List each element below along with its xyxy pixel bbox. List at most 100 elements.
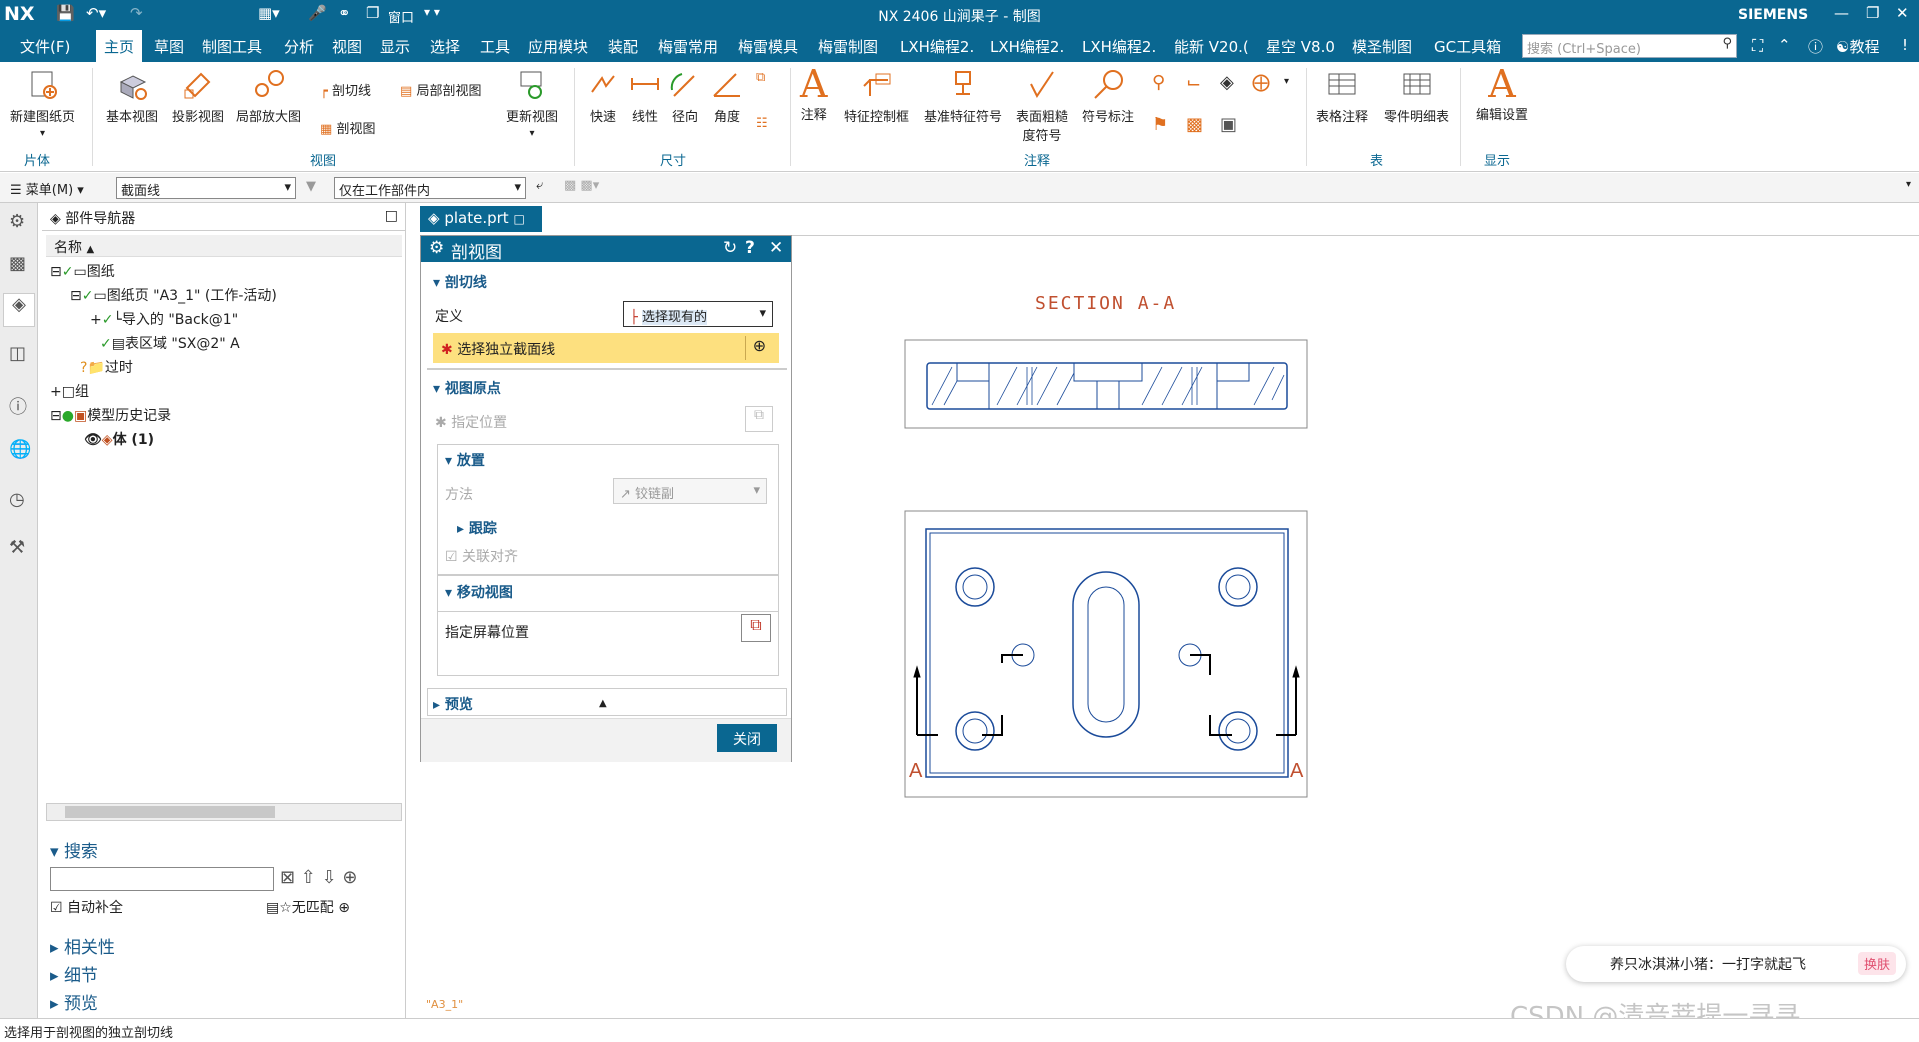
menu-select[interactable]: 选择 (430, 36, 460, 57)
tree-sheet[interactable]: ⊟✓▭图纸页 "A3_1" (工作-活动) (70, 285, 277, 305)
preview-section-toggle[interactable]: ▸ 预览 (433, 694, 473, 714)
drawing-canvas[interactable]: A A SECTION A-A (792, 235, 1919, 1018)
datum-button[interactable]: 基准特征符号 (924, 68, 1002, 125)
new-sheet-button[interactable]: 新建图纸页 ▾ (10, 68, 75, 140)
fill-icon[interactable]: ◈ (1220, 72, 1234, 93)
dim-more-icon[interactable]: ⧉ (756, 70, 765, 85)
fullscreen-icon[interactable]: ⛶ (1752, 36, 1763, 56)
menu-button[interactable]: ☰ 菜单(M) ▾ (10, 179, 84, 198)
break-section-button[interactable]: ▤ 局部剖视图 (400, 80, 481, 99)
menu-mosheng[interactable]: 模圣制图 (1352, 36, 1412, 57)
close-button[interactable]: 关闭 (717, 724, 777, 752)
reuse-library-icon[interactable]: ◫ (9, 343, 26, 364)
method-select[interactable]: ↗ 铰链副 ▾ (613, 478, 767, 504)
menu-meilei-drafting[interactable]: 梅雷制图 (818, 36, 878, 57)
menu-analysis[interactable]: 分析 (284, 36, 314, 57)
assembly-nav-icon[interactable]: ▩ (9, 253, 26, 274)
search-section[interactable]: ▾ 搜索 (50, 837, 98, 862)
table-note-button[interactable]: 表格注释 (1316, 68, 1368, 125)
tree-obsolete[interactable]: ?📁过时 (80, 357, 133, 377)
tree-drawing[interactable]: ⊟✓▭图纸 (50, 261, 115, 281)
balloon-button[interactable]: 符号标注 (1082, 68, 1134, 125)
cutline-section-toggle[interactable]: ▾ 剖切线 (433, 272, 487, 292)
command-search-input[interactable]: 搜索 (Ctrl+Space) ⚲ (1522, 34, 1737, 58)
info-icon[interactable]: ⓘ (9, 393, 27, 419)
menu-drafting-tools[interactable]: 制图工具 (202, 36, 262, 57)
origin-section-toggle[interactable]: ▾ 视图原点 (433, 378, 501, 398)
centerline-icon[interactable]: ⨁ (1252, 72, 1270, 93)
restore-icon[interactable]: ❐ (1866, 4, 1879, 22)
tools-icon[interactable]: ⚒ (9, 537, 25, 558)
radial-dim-button[interactable]: 径向 (668, 68, 702, 125)
menu-sketch[interactable]: 草图 (154, 36, 184, 57)
chevron-down-icon[interactable]: ▾ (1284, 76, 1289, 87)
section-view-button[interactable]: ▦ 剖视图 (320, 118, 375, 137)
image-icon[interactable]: ▣ (1220, 114, 1237, 135)
menu-lxh-3[interactable]: LXH编程2. (1082, 36, 1156, 57)
linear-dim-button[interactable]: 线性 (628, 68, 662, 125)
auto-complete-checkbox[interactable]: ☑ 自动补全 (50, 897, 123, 917)
no-match-filter[interactable]: ▤☆无匹配 ⊕ (266, 897, 350, 917)
move-view-section-toggle[interactable]: ▾ 移动视图 (445, 582, 513, 602)
define-select[interactable]: ├ 选择现有的 ▾ (623, 301, 773, 327)
hatch-icon[interactable]: ▩ (1186, 114, 1203, 135)
menu-assembly[interactable]: 装配 (608, 36, 638, 57)
gear-icon[interactable]: ⚙ (429, 238, 444, 258)
select-cutline-row[interactable]: ✱ 选择独立截面线 ⊕ (433, 333, 779, 363)
specify-location[interactable]: ✱ 指定位置 (435, 412, 507, 432)
menu-nengxin[interactable]: 能新 V20.( (1174, 36, 1249, 57)
weld-icon[interactable]: ⌙ (1186, 72, 1201, 93)
assoc-align-checkbox[interactable]: ☑ 关联对齐 (445, 546, 518, 566)
detail-view-button[interactable]: 局部放大图 (236, 68, 301, 125)
details-section[interactable]: ▸ 细节 (50, 961, 98, 986)
clear-icon[interactable]: ⊠ ⇧ ⇩ ⊕ (280, 867, 358, 888)
track-section-toggle[interactable]: ▸ 跟踪 (457, 518, 497, 538)
navigator-search-input[interactable] (50, 867, 274, 891)
help-icon[interactable]: ? (745, 238, 755, 258)
angle-dim-button[interactable]: 角度 (710, 68, 744, 125)
tree-body[interactable]: 👁◈体 (1) (84, 429, 154, 449)
preview-section[interactable]: ▸ 预览 (50, 989, 98, 1014)
tree-group[interactable]: +□组 (50, 381, 89, 401)
minimize-icon[interactable]: — (1834, 4, 1849, 22)
snap-icon[interactable]: ⤶ (536, 178, 543, 193)
web-browser-icon[interactable]: 🌐 (9, 439, 31, 460)
menu-home[interactable]: 主页 (96, 30, 143, 62)
update-view-button[interactable]: 更新视图 ▾ (506, 68, 558, 140)
tree-table-region[interactable]: ✓▤表区域 "SX@2" A (100, 333, 240, 353)
scope-select[interactable]: 仅在工作部件内 ▾ (334, 177, 526, 199)
menu-application[interactable]: 应用模块 (528, 36, 588, 57)
scrollbar-thumb[interactable] (65, 806, 275, 818)
selection-icon[interactable]: ▩ ▩▾ (564, 178, 599, 193)
collapse-ribbon-icon[interactable]: ⌃ (1778, 36, 1791, 54)
menu-lxh-2[interactable]: LXH编程2. (990, 36, 1064, 57)
skin-button[interactable]: 换肤 (1857, 952, 1896, 975)
history-icon[interactable]: ◷ (9, 489, 25, 510)
surface-finish-button[interactable]: 表面粗糙 度符号 (1016, 68, 1068, 144)
maximize-icon[interactable]: □ (385, 208, 398, 224)
reset-icon[interactable]: ↻ (723, 238, 737, 258)
rapid-dim-button[interactable]: 快速 (586, 68, 620, 125)
gear-icon[interactable]: ⚙ (9, 211, 25, 232)
part-nav-icon[interactable]: ◈ (3, 293, 35, 327)
location-picker-icon[interactable]: ⧉ (745, 406, 773, 432)
tutorial-link[interactable]: ☯教程 (1836, 36, 1879, 57)
menu-meilei-common[interactable]: 梅雷常用 (658, 36, 718, 57)
menu-meilei-mold[interactable]: 梅雷模具 (738, 36, 798, 57)
menu-xingkong[interactable]: 星空 V8.0 (1266, 36, 1335, 57)
fcf-button[interactable]: 特征控制框 (844, 68, 909, 125)
menu-file[interactable]: 文件(F) (20, 36, 70, 57)
placement-section-toggle[interactable]: ▾ 放置 (445, 450, 485, 470)
dim-chain-icon[interactable]: ☷ (756, 116, 768, 131)
alert-icon[interactable]: ! (1902, 36, 1908, 54)
close-icon[interactable]: ✕ (1896, 4, 1909, 22)
menu-display[interactable]: 显示 (380, 36, 410, 57)
tree-imported-view[interactable]: +✓└导入的 "Back@1" (90, 309, 238, 329)
parts-list-button[interactable]: 零件明细表 (1384, 68, 1449, 125)
column-header-name[interactable]: 名称 ▲ (46, 235, 402, 257)
base-view-button[interactable]: 基本视图 (106, 68, 158, 125)
menu-gc-toolbox[interactable]: GC工具箱 (1434, 36, 1501, 57)
close-icon[interactable]: ✕ (769, 238, 783, 258)
menu-view[interactable]: 视图 (332, 36, 362, 57)
magnify-icon[interactable]: ⚲ (1152, 72, 1165, 93)
